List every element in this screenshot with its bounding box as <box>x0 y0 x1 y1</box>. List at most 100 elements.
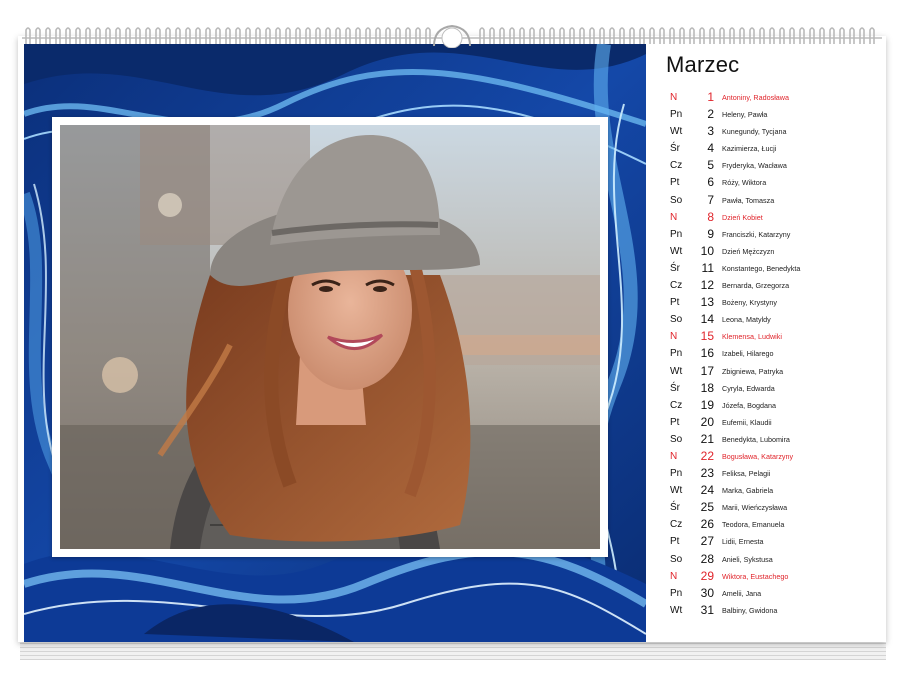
name-day: Heleny, Pawła <box>722 110 768 120</box>
day-of-week: Wt <box>670 245 683 257</box>
day-of-week: Pn <box>670 109 683 121</box>
name-day: Kunegundy, Tycjana <box>722 127 787 137</box>
name-day: Teodora, Emanuela <box>722 520 785 530</box>
name-day: Amelii, Jana <box>722 588 762 598</box>
day-number: 27 <box>700 534 714 549</box>
day-number: 25 <box>700 500 714 515</box>
month-title: Marzec <box>666 52 740 77</box>
day-row: Pt 6 Róży, Wiktora <box>668 174 878 191</box>
day-number: 30 <box>700 585 714 600</box>
day-of-week: Pt <box>670 297 680 309</box>
day-of-week: Śr <box>670 382 680 394</box>
name-day: Izabeli, Hilarego <box>722 349 774 359</box>
day-of-week: Wt <box>670 604 683 616</box>
day-of-week: Wt <box>670 126 683 138</box>
day-row: Pn 16 Izabeli, Hilarego <box>668 345 878 362</box>
day-of-week: Wt <box>670 485 683 497</box>
name-day: Pawła, Tomasza <box>722 195 775 205</box>
wire-binding <box>22 24 882 48</box>
day-number: 15 <box>700 329 714 344</box>
day-of-week: Pt <box>670 536 680 548</box>
day-row: Pn 9 Franciszki, Katarzyny <box>668 226 878 243</box>
name-day: Bożeny, Krystyny <box>722 298 777 308</box>
day-number: 5 <box>707 158 714 173</box>
day-number: 26 <box>700 517 714 532</box>
day-row: N 22 Bogusława, Katarzyny <box>668 448 878 465</box>
day-of-week: N <box>670 570 678 582</box>
day-row: Wt 31 Balbiny, Gwidona <box>668 602 878 619</box>
day-of-week: Pt <box>670 416 680 428</box>
name-day: Józefa, Bogdana <box>722 400 776 410</box>
name-day: Franciszki, Katarzyny <box>722 229 791 239</box>
day-row: N 15 Klemensa, Ludwiki <box>668 328 878 345</box>
name-day: Fryderyka, Wacława <box>722 161 787 171</box>
day-of-week: Pn <box>670 348 683 360</box>
day-row: Pn 23 Feliksa, Pelagii <box>668 465 878 482</box>
page-stack <box>20 640 886 662</box>
day-list: N 1 Antoniny, Radosława Pn 2 Heleny, Pawła Wt 3… <box>668 89 878 619</box>
day-of-week: So <box>670 314 683 326</box>
day-number: 6 <box>707 175 714 190</box>
day-number: 19 <box>700 397 714 412</box>
portrait-photo[interactable] <box>60 125 600 549</box>
day-of-week: Cz <box>670 160 683 172</box>
day-of-week: So <box>670 433 683 445</box>
name-day: Róży, Wiktora <box>722 178 767 188</box>
day-number: 17 <box>700 363 714 378</box>
day-row: Śr 4 Kazimierza, Łucji <box>668 140 878 157</box>
day-row: Cz 19 Józefa, Bogdana <box>668 397 878 414</box>
day-of-week: Cz <box>670 399 683 411</box>
day-of-week: N <box>670 92 678 103</box>
name-day: Balbiny, Gwidona <box>722 605 778 615</box>
day-row: Cz 26 Teodora, Emanuela <box>668 516 878 533</box>
name-day: Konstantego, Benedykta <box>722 263 801 273</box>
day-number: 24 <box>700 483 714 498</box>
day-number: 28 <box>700 551 714 566</box>
day-number: 14 <box>700 312 714 327</box>
name-day: Marka, Gabriela <box>722 486 774 496</box>
day-of-week: Pn <box>670 468 683 480</box>
day-row: Śr 25 Marii, Wieńczysława <box>668 499 878 516</box>
day-number: 8 <box>707 209 714 224</box>
day-row: N 29 Wiktora, Eustachego <box>668 568 878 585</box>
name-day: Kazimierza, Łucji <box>722 144 777 154</box>
day-number: 12 <box>700 278 714 293</box>
day-row: Pt 27 Lidii, Ernesta <box>668 533 878 550</box>
name-day: Benedykta, Lubomira <box>722 434 790 444</box>
day-of-week: Cz <box>670 280 683 292</box>
day-of-week: N <box>670 450 678 462</box>
day-of-week: So <box>670 553 683 565</box>
day-number: 11 <box>701 260 714 275</box>
day-row: So 28 Anieli, Sykstusa <box>668 551 878 568</box>
day-of-week: N <box>670 211 678 223</box>
day-row: Śr 18 Cyryla, Edwarda <box>668 380 878 397</box>
day-row: Cz 12 Bernarda, Grzegorza <box>668 277 878 294</box>
name-day: Dzień Kobiet <box>722 212 763 222</box>
day-number: 13 <box>700 295 714 310</box>
day-of-week: Cz <box>670 519 683 531</box>
day-row: Wt 24 Marka, Gabriela <box>668 482 878 499</box>
day-row: Wt 3 Kunegundy, Tycjana <box>668 123 878 140</box>
day-row: Pn 2 Heleny, Pawła <box>668 106 878 123</box>
day-of-week: Pt <box>670 177 680 189</box>
day-row: N 1 Antoniny, Radosława <box>668 89 878 106</box>
day-row: So 21 Benedykta, Lubomira <box>668 431 878 448</box>
name-day: Wiktora, Eustachego <box>722 571 789 581</box>
name-day: Klemensa, Ludwiki <box>722 332 782 342</box>
day-number: 16 <box>700 346 714 361</box>
day-row: Pt 20 Eufemii, Klaudii <box>668 414 878 431</box>
day-number: 10 <box>700 243 714 258</box>
calendar-mockup: Marzec N 1 Antoniny, Radosława Pn 2 Heleny, P… <box>0 0 900 686</box>
day-number: 18 <box>700 380 714 395</box>
day-of-week: So <box>670 194 683 206</box>
name-day: Bogusława, Katarzyny <box>722 451 794 461</box>
day-of-week: Pn <box>670 228 683 240</box>
day-row: Pn 30 Amelii, Jana <box>668 585 878 602</box>
day-number: 22 <box>700 448 714 463</box>
day-of-week: N <box>670 331 678 343</box>
day-row: Pt 13 Bożeny, Krystyny <box>668 294 878 311</box>
day-row: Śr 11 Konstantego, Benedykta <box>668 260 878 277</box>
name-day: Bernarda, Grzegorza <box>722 281 790 291</box>
day-of-week: Wt <box>670 365 683 377</box>
day-row: N 8 Dzień Kobiet <box>668 209 878 226</box>
